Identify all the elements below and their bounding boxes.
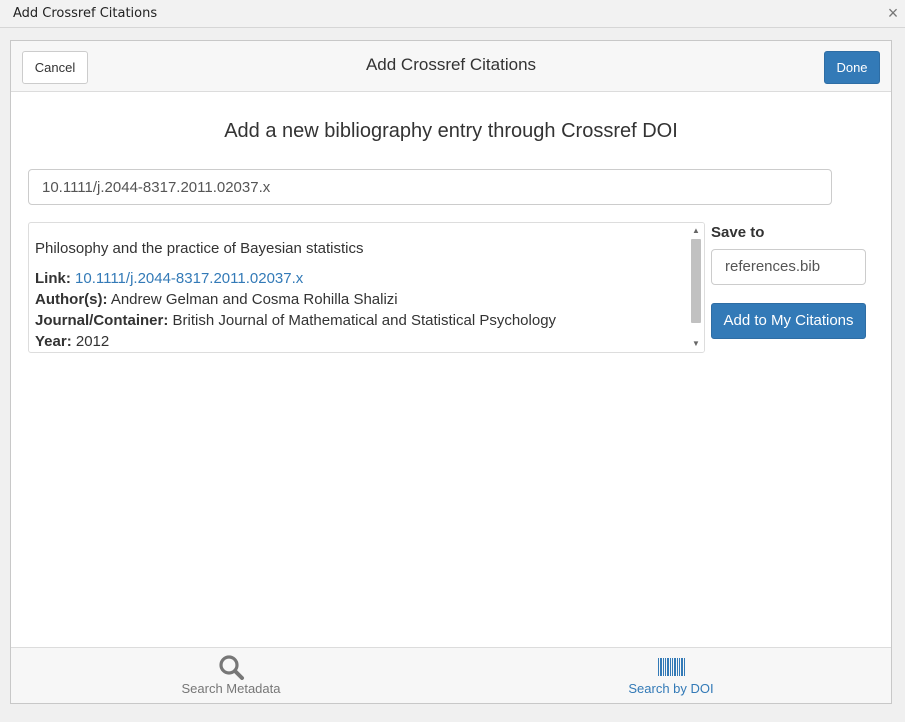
scroll-up-arrow-icon[interactable]: ▲ [688,224,704,238]
tab-search-by-doi-label: Search by DOI [628,681,714,696]
journal-value: British Journal of Mathematical and Stat… [172,312,557,329]
done-button[interactable]: Done [824,51,880,84]
journal-label: Journal/Container: [35,312,169,329]
tab-search-metadata[interactable]: Search Metadata [11,648,451,704]
link-label: Link: [35,270,71,287]
citation-year-row: Year: 2012 [35,333,109,350]
citation-link[interactable]: 10.1111/j.2044-8317.2011.02037.x [75,270,303,287]
save-to-label: Save to [711,224,765,241]
result-scrollbar[interactable]: ▲ ▼ [688,223,704,352]
doi-input[interactable] [28,169,832,205]
footer-tabs: Search Metadata Search by DOI [11,647,891,703]
citation-result-panel: Philosophy and the practice of Bayesian … [28,222,705,353]
scrollbar-thumb[interactable] [691,239,701,323]
year-value: 2012 [75,333,110,350]
authors-label: Author(s): [35,291,108,308]
window-close-button[interactable]: × [883,2,903,24]
citation-journal-row: Journal/Container: British Journal of Ma… [35,312,556,329]
authors-value: Andrew Gelman and Cosma Rohilla Shalizi [110,291,398,308]
barcode-icon [658,658,685,676]
scroll-down-arrow-icon[interactable]: ▼ [688,337,704,351]
page-heading: Add a new bibliography entry through Cro… [224,120,678,142]
add-to-citations-button[interactable]: Add to My Citations [711,303,866,339]
window-titlebar: Add Crossref Citations × [0,0,905,28]
window-title: Add Crossref Citations [13,6,158,21]
citation-link-row: Link: 10.1111/j.2044-8317.2011.02037.x [35,270,303,287]
citation-authors-row: Author(s): Andrew Gelman and Cosma Rohil… [35,291,398,308]
dialog-title: Add Crossref Citations [365,55,537,74]
save-to-select[interactable]: references.bib [711,249,866,285]
search-icon [219,655,244,680]
year-label: Year: [35,333,72,350]
tab-search-metadata-label: Search Metadata [181,681,281,696]
tab-search-by-doi[interactable]: Search by DOI [451,648,891,704]
citation-title: Philosophy and the practice of Bayesian … [35,240,364,257]
dialog-header: Cancel Add Crossref Citations Done [11,41,891,92]
citations-dialog: Cancel Add Crossref Citations Done Add a… [10,40,892,704]
